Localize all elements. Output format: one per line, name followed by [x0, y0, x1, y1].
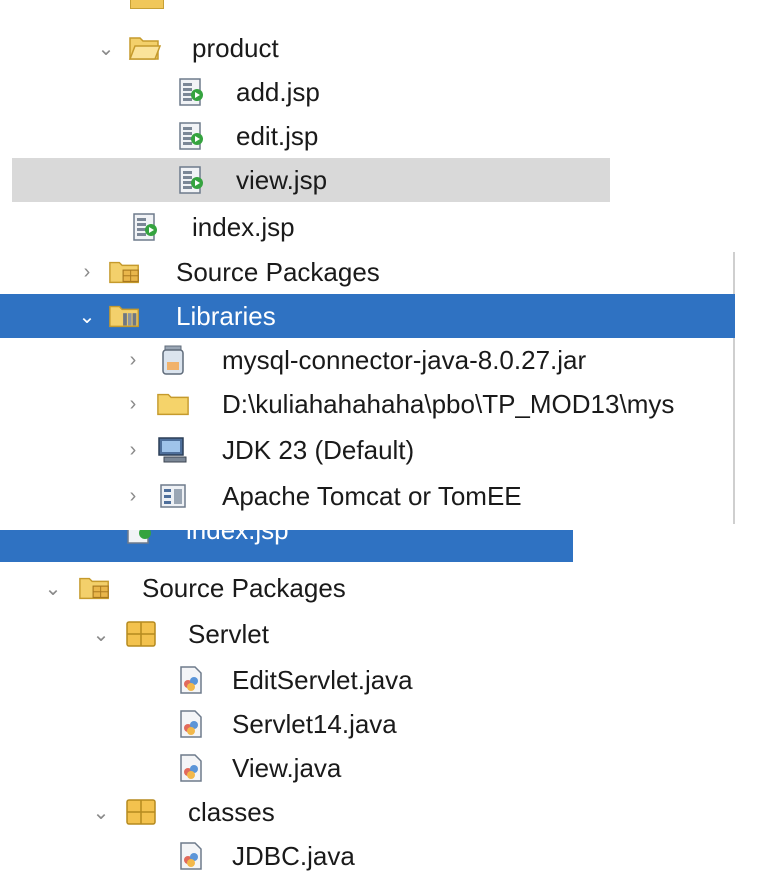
chevron-right-icon[interactable]: › — [122, 382, 144, 426]
tree-node-product[interactable]: ⌄ product — [0, 26, 773, 70]
web-pages-tree-panel: ⌄ product add.jsp edit.jsp view.jsp inde… — [0, 0, 773, 252]
jdk-icon — [156, 428, 190, 472]
tree-node-label: classes — [188, 796, 275, 827]
tree-node-label: JDBC.java — [232, 840, 355, 871]
package-icon — [124, 612, 158, 656]
package-icon — [124, 790, 158, 834]
jsp-file-icon — [128, 205, 162, 249]
tree-node-servlet-package[interactable]: ⌄ Servlet — [0, 612, 773, 656]
folder-open-icon — [128, 26, 162, 70]
tree-node-jdbc-java[interactable]: JDBC.java — [0, 834, 773, 875]
server-icon — [156, 474, 190, 518]
folder-icon — [156, 382, 190, 426]
jsp-file-icon — [122, 530, 156, 556]
chevron-right-icon[interactable]: › — [76, 252, 98, 294]
chevron-down-icon[interactable]: ⌄ — [95, 26, 117, 70]
chevron-down-icon[interactable]: ⌄ — [90, 612, 112, 656]
tree-node-label: edit.jsp — [236, 120, 319, 151]
tree-node-label: EditServlet.java — [232, 664, 413, 695]
tree-node-label: product — [192, 32, 279, 63]
tree-node-label: Source Packages — [176, 256, 380, 287]
jsp-file-icon — [174, 158, 208, 202]
tree-node-label: Servlet — [188, 618, 269, 649]
java-file-icon — [174, 658, 208, 702]
source-packages-icon — [78, 566, 112, 610]
tree-node-tomcat[interactable]: › Apache Tomcat or TomEE — [0, 474, 773, 518]
tree-node-servlet14-java[interactable]: Servlet14.java — [0, 702, 773, 746]
java-file-icon — [174, 834, 208, 875]
java-file-icon — [174, 746, 208, 790]
tree-node-label: view.jsp — [236, 164, 328, 195]
tree-node-label: Source Packages — [142, 572, 346, 603]
partial-folder-icon — [130, 0, 164, 9]
chevron-right-icon[interactable]: › — [122, 428, 144, 472]
tree-node-label: add.jsp — [236, 76, 320, 107]
tree-node-libraries[interactable]: ⌄ Libraries — [0, 294, 735, 338]
chevron-right-icon[interactable]: › — [122, 338, 144, 382]
tree-node-source-packages[interactable]: › Source Packages — [0, 252, 773, 294]
tree-node-label: View.java — [232, 752, 342, 783]
jsp-file-icon — [174, 114, 208, 158]
tree-node-editservlet-java[interactable]: EditServlet.java — [0, 658, 773, 702]
tree-node-view-java[interactable]: View.java — [0, 746, 773, 790]
chevron-right-icon[interactable]: › — [122, 474, 144, 518]
tree-node-library-folder[interactable]: › D:\kuliahahahaha\pbo\TP_MOD13\mys — [0, 382, 735, 426]
tree-node-index-jsp-cut[interactable]: index.jsp — [0, 530, 573, 562]
tree-node-jdk[interactable]: › JDK 23 (Default) — [0, 428, 773, 472]
source-packages-icon — [108, 252, 142, 294]
tree-node-label: Libraries — [176, 300, 276, 331]
tree-node-source-packages-expanded[interactable]: ⌄ Source Packages — [0, 566, 773, 610]
source-packages-tree-panel: index.jsp ⌄ Source Packages ⌄ Servlet Ed… — [0, 530, 773, 875]
tree-node-edit-jsp[interactable]: edit.jsp — [0, 114, 773, 158]
tree-node-label: index.jsp — [192, 211, 295, 242]
tree-node-label: Servlet14.java — [232, 708, 397, 739]
java-file-icon — [174, 702, 208, 746]
chevron-down-icon[interactable]: ⌄ — [76, 294, 98, 338]
tree-node-label: index.jsp — [186, 530, 289, 556]
libraries-tree-panel: › Source Packages ⌄ Libraries › mysql-co… — [0, 252, 773, 524]
chevron-down-icon[interactable]: ⌄ — [90, 790, 112, 834]
jsp-file-icon — [174, 70, 208, 114]
tree-node-classes-package[interactable]: ⌄ classes — [0, 790, 773, 834]
tree-node-index-jsp[interactable]: index.jsp — [0, 205, 773, 249]
libraries-folder-icon — [108, 294, 142, 338]
tree-node-label: JDK 23 (Default) — [222, 434, 415, 465]
tree-node-view-jsp[interactable]: view.jsp — [12, 158, 610, 202]
tree-node-mysql-connector[interactable]: › mysql-connector-java-8.0.27.jar — [0, 338, 773, 382]
jar-icon — [156, 338, 190, 382]
chevron-down-icon[interactable]: ⌄ — [42, 566, 64, 610]
tree-node-add-jsp[interactable]: add.jsp — [0, 70, 773, 114]
tree-node-label: D:\kuliahahahaha\pbo\TP_MOD13\mys — [222, 388, 675, 419]
tree-node-label: mysql-connector-java-8.0.27.jar — [222, 344, 587, 375]
tree-node-label: Apache Tomcat or TomEE — [222, 480, 522, 511]
